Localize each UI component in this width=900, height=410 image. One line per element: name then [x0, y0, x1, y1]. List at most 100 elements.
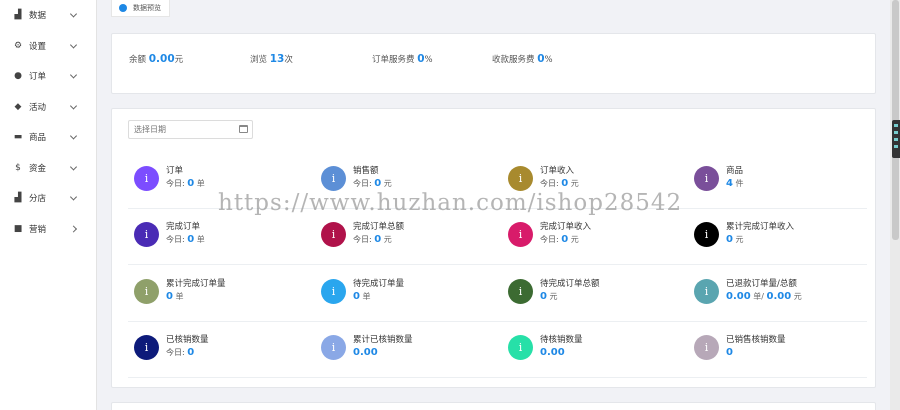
metric-prefix: 今日:	[166, 235, 185, 244]
metric-value: 0	[353, 291, 360, 302]
metric-subline: 0.00 单/ 0.00 元	[726, 291, 802, 302]
info-icon: i	[134, 222, 159, 247]
metric-title: 完成订单总额	[353, 222, 405, 232]
sidebar-item-label: 活动	[29, 102, 47, 113]
stat-unit: 元	[174, 55, 184, 65]
metric-item: i 商品 4 件	[694, 164, 874, 204]
metric-title: 完成订单收入	[540, 222, 592, 232]
date-picker-input[interactable]	[128, 120, 253, 139]
calendar-icon[interactable]	[239, 125, 248, 133]
metric-value: 0	[374, 178, 382, 189]
sidebar-item[interactable]: ⚙ 设置	[0, 31, 96, 62]
metric-item: i 待完成订单总额 0 元	[508, 277, 688, 317]
metric-title: 订单	[166, 166, 184, 176]
metric-title: 累计完成订单收入	[726, 222, 795, 232]
info-icon: i	[134, 335, 159, 360]
stat-unit: 次	[284, 55, 293, 65]
metric-value: 0.00	[353, 347, 378, 358]
stat-unit: %	[424, 55, 433, 65]
info-icon: i	[694, 222, 719, 247]
metric-prefix: 今日:	[353, 179, 372, 188]
metric-subline: 0 元	[726, 234, 744, 245]
sidebar-item[interactable]: ▟ 数据	[0, 0, 96, 31]
metric-subline: 今日: 0 元	[540, 234, 579, 245]
chevron-right-icon	[69, 225, 78, 233]
info-icon: i	[134, 166, 159, 191]
metric-item: i 待核销数量 0.00	[508, 333, 688, 373]
metric-title: 完成订单	[166, 222, 201, 232]
metric-value: 0.00	[540, 347, 565, 358]
info-icon: i	[321, 166, 346, 191]
page-scrollbar[interactable]	[890, 0, 900, 410]
row-divider	[128, 377, 867, 378]
side-widget[interactable]	[892, 120, 900, 158]
tab-data-preview[interactable]: 数据预览	[111, 0, 170, 17]
watermark-text: https://www.huzhan.com/ishop28542	[218, 190, 683, 216]
metric-unit: 单	[196, 179, 205, 188]
metric-prefix: 今日:	[353, 235, 372, 244]
metric-value: 4	[726, 178, 733, 189]
sidebar-item[interactable]: ◆ 活动	[0, 92, 96, 123]
stat-label: 余额	[129, 55, 147, 65]
stat-value: 0	[417, 53, 425, 65]
info-icon: i	[134, 279, 159, 304]
metric-unit: 元	[570, 179, 579, 188]
sidebar-item[interactable]: ● 订单	[0, 61, 96, 92]
metric-value: 0	[561, 234, 569, 245]
info-icon: i	[508, 335, 533, 360]
info-icon: i	[321, 335, 346, 360]
metric-title: 已核销数量	[166, 335, 209, 345]
sidebar-item[interactable]: ▬ 商品	[0, 122, 96, 153]
book-icon: ■	[13, 223, 23, 234]
sidebar-item[interactable]: $ 资金	[0, 153, 96, 184]
metric-item: i 已退款订单量/总额 0.00 单/ 0.00 元	[694, 277, 874, 317]
metric-subline: 今日: 0	[166, 347, 194, 358]
dollar-icon: $	[15, 162, 21, 173]
metric-subline: 0 单	[353, 291, 371, 302]
chevron-down-icon	[69, 163, 78, 171]
metric-subline: 0	[726, 347, 733, 358]
info-icon: i	[508, 222, 533, 247]
metric-title: 订单收入	[540, 166, 575, 176]
metric-subline: 4 件	[726, 178, 744, 189]
stat-value: 0.00	[148, 53, 175, 65]
chevron-down-icon	[69, 41, 78, 49]
row-divider	[128, 264, 867, 265]
sidebar-item-label: 订单	[29, 72, 47, 83]
info-icon: i	[508, 279, 533, 304]
sidebar-item[interactable]: ▟ 分店	[0, 183, 96, 214]
metric-value-2: 0.00	[766, 291, 792, 302]
metric-title: 销售额	[353, 166, 379, 176]
metric-value: 0	[187, 178, 195, 189]
metric-subline: 0.00	[540, 347, 565, 358]
chevron-down-icon	[69, 71, 78, 79]
metric-title: 累计已核销数量	[353, 335, 413, 345]
metric-item: i 完成订单总额 今日: 0 元	[321, 220, 501, 260]
metric-value: 0	[540, 291, 547, 302]
metrics-card: i订单今日: 0 单i销售额今日: 0 元i订单收入今日: 0 元i商品4 件i…	[111, 108, 876, 388]
tab-bar: 数据预览	[110, 0, 876, 17]
info-icon: i	[694, 335, 719, 360]
chevron-down-icon	[69, 193, 78, 201]
summary-card: 余额 0.00元 浏览 13次 订单服务费 0% 收款服务费 0%	[111, 33, 876, 94]
sidebar-item-label: 数据	[29, 11, 47, 22]
metric-value: 0	[374, 234, 382, 245]
metric-subline: 0 元	[540, 291, 558, 302]
bar-chart-icon: ▟	[14, 193, 22, 204]
sidebar-item[interactable]: ■ 营销	[0, 214, 96, 245]
metric-unit: 件	[735, 179, 744, 188]
metric-unit: 元	[735, 235, 744, 244]
metric-subline: 今日: 0 单	[166, 234, 205, 245]
metric-unit: 元	[549, 292, 558, 301]
metric-unit: 单/	[753, 292, 764, 301]
info-icon: i	[694, 166, 719, 191]
metric-title: 待完成订单量	[353, 279, 405, 289]
info-circle-icon: ●	[14, 71, 22, 82]
chevron-down-icon	[69, 10, 78, 18]
stat-value: 0	[537, 53, 545, 65]
chevron-down-icon	[69, 132, 78, 140]
metric-prefix: 今日:	[166, 348, 185, 357]
info-icon: i	[321, 222, 346, 247]
sidebar-item-label: 分店	[29, 194, 47, 205]
metric-unit: 单	[175, 292, 184, 301]
